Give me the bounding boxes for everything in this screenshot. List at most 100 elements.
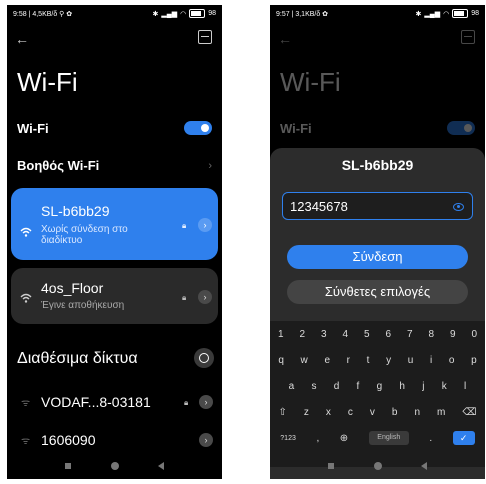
connect-button[interactable]: Σύνδεση (287, 245, 468, 269)
show-password-eye-icon[interactable] (453, 203, 464, 211)
key[interactable]: a (289, 381, 295, 392)
wifi-icon (20, 227, 32, 237)
key[interactable]: z (304, 407, 309, 418)
recents-button[interactable] (65, 463, 71, 469)
password-input[interactable]: 12345678 (282, 192, 473, 220)
key[interactable]: w (301, 355, 308, 366)
back-arrow-icon: ← (278, 31, 292, 47)
home-button[interactable] (111, 462, 119, 470)
wifi-icon: ᯤ (21, 436, 31, 447)
wifi-password-screen: 9:57 | 3,1KB/δ ✿ ✱ ▂▄▆ ◠ 98 ← Wi-Fi Wi-F… (270, 5, 485, 479)
network-status: Έγινε αποθήκευση (41, 300, 125, 311)
keyboard-row-3: ⇧ z x c v b n m ⌫ (270, 407, 485, 418)
wifi-toggle (447, 121, 475, 135)
key[interactable]: u (408, 355, 414, 366)
navigation-bar (7, 461, 222, 471)
key[interactable]: 0 (471, 329, 477, 340)
key[interactable]: 9 (450, 329, 456, 340)
wifi-toggle-label: Wi-Fi (280, 121, 312, 136)
key[interactable]: j (422, 381, 424, 392)
status-time: 9:57 | 3,1KB/δ ✿ (276, 11, 329, 18)
key[interactable]: e (324, 355, 330, 366)
back-button[interactable] (421, 462, 427, 470)
keyboard-number-row: 1 2 3 4 5 6 7 8 9 0 (270, 329, 485, 340)
password-value: 12345678 (290, 199, 348, 214)
key[interactable]: k (442, 381, 447, 392)
comma-key[interactable]: , (316, 433, 319, 444)
network-name: SL-b6bb29 (41, 203, 110, 219)
wifi-assistant-item[interactable]: Βοηθός Wi-Fi (17, 158, 99, 173)
wifi-status-icon: ◠ (180, 10, 187, 18)
wifi-toggle[interactable] (184, 121, 212, 135)
available-network-item[interactable]: ᯤ VODAF...8-03181 🔒︎ › (7, 391, 222, 415)
key[interactable]: l (464, 381, 466, 392)
network-details-button[interactable]: › (198, 290, 212, 304)
scan-qr-icon[interactable] (198, 30, 212, 44)
network-status: Χωρίς σύνδεση στο (41, 224, 128, 235)
bluetooth-icon: ✱ (415, 10, 422, 18)
home-button[interactable] (374, 462, 382, 470)
key[interactable]: 1 (278, 329, 284, 340)
key[interactable]: 5 (364, 329, 370, 340)
keyboard-row-4: ?123 , ⊕ English . ✓ (270, 431, 485, 445)
network-name: VODAF...8-03181 (41, 394, 151, 410)
network-card-connected[interactable]: SL-b6bb29 Χωρίς σύνδεση στο διαδίκτυο 🔒︎… (11, 188, 218, 260)
key[interactable]: 4 (342, 329, 348, 340)
key[interactable]: g (377, 381, 383, 392)
battery-icon (189, 9, 206, 18)
key[interactable]: t (367, 355, 370, 366)
network-details-button[interactable]: › (199, 433, 213, 447)
signal-icon: ▂▄▆ (161, 10, 178, 18)
available-network-item[interactable]: ᯤ 1606090 › (7, 429, 222, 453)
key[interactable]: h (399, 381, 405, 392)
signal-icon: ▂▄▆ (424, 10, 441, 18)
key[interactable]: n (414, 407, 420, 418)
wifi-icon: ᯤ (21, 398, 31, 409)
recents-button[interactable] (328, 463, 334, 469)
back-arrow-icon[interactable]: ← (15, 31, 29, 47)
network-card-saved[interactable]: 4os_Floor Έγινε αποθήκευση 🔒︎ › (11, 268, 218, 324)
key[interactable]: m (437, 407, 445, 418)
network-details-button[interactable]: › (198, 218, 212, 232)
key[interactable]: 6 (385, 329, 391, 340)
key[interactable]: 2 (299, 329, 305, 340)
enter-check-key-icon[interactable]: ✓ (452, 431, 475, 445)
network-details-button[interactable]: › (199, 395, 213, 409)
key[interactable]: p (471, 355, 477, 366)
symbols-key[interactable]: ?123 (280, 435, 296, 442)
shift-key-icon[interactable]: ⇧ (279, 407, 287, 418)
page-title: Wi-Fi (280, 67, 341, 97)
key[interactable]: b (392, 407, 398, 418)
navigation-bar (270, 461, 485, 471)
back-button[interactable] (158, 462, 164, 470)
refresh-spinner-icon (194, 348, 214, 368)
scan-qr-icon (461, 30, 475, 44)
key[interactable]: q (278, 355, 284, 366)
key[interactable]: 7 (407, 329, 413, 340)
key[interactable]: 3 (321, 329, 327, 340)
key[interactable]: r (347, 355, 350, 366)
lock-icon: 🔒︎ (182, 221, 187, 230)
wifi-toggle-label: Wi-Fi (17, 121, 49, 136)
network-name: 1606090 (41, 432, 96, 448)
space-key[interactable]: English (368, 431, 409, 445)
advanced-options-button[interactable]: Σύνθετες επιλογές (287, 280, 468, 304)
key[interactable]: x (326, 407, 331, 418)
keyboard: 1 2 3 4 5 6 7 8 9 0 q w e r t y u i o p … (270, 321, 485, 467)
key[interactable]: i (430, 355, 432, 366)
key[interactable]: d (334, 381, 340, 392)
key[interactable]: c (348, 407, 353, 418)
key[interactable]: v (370, 407, 375, 418)
bluetooth-icon: ✱ (152, 10, 159, 18)
lock-icon: 🔒︎ (182, 293, 187, 302)
key[interactable]: s (311, 381, 316, 392)
key[interactable]: 8 (428, 329, 434, 340)
key[interactable]: y (386, 355, 391, 366)
battery-level: 98 (208, 10, 216, 17)
key[interactable]: f (357, 381, 360, 392)
key[interactable]: o (449, 355, 455, 366)
status-bar: 9:57 | 3,1KB/δ ✿ ✱ ▂▄▆ ◠ 98 (276, 9, 479, 21)
globe-key-icon[interactable]: ⊕ (340, 433, 348, 444)
period-key[interactable]: . (429, 433, 432, 444)
backspace-key-icon[interactable]: ⌫ (462, 407, 476, 418)
